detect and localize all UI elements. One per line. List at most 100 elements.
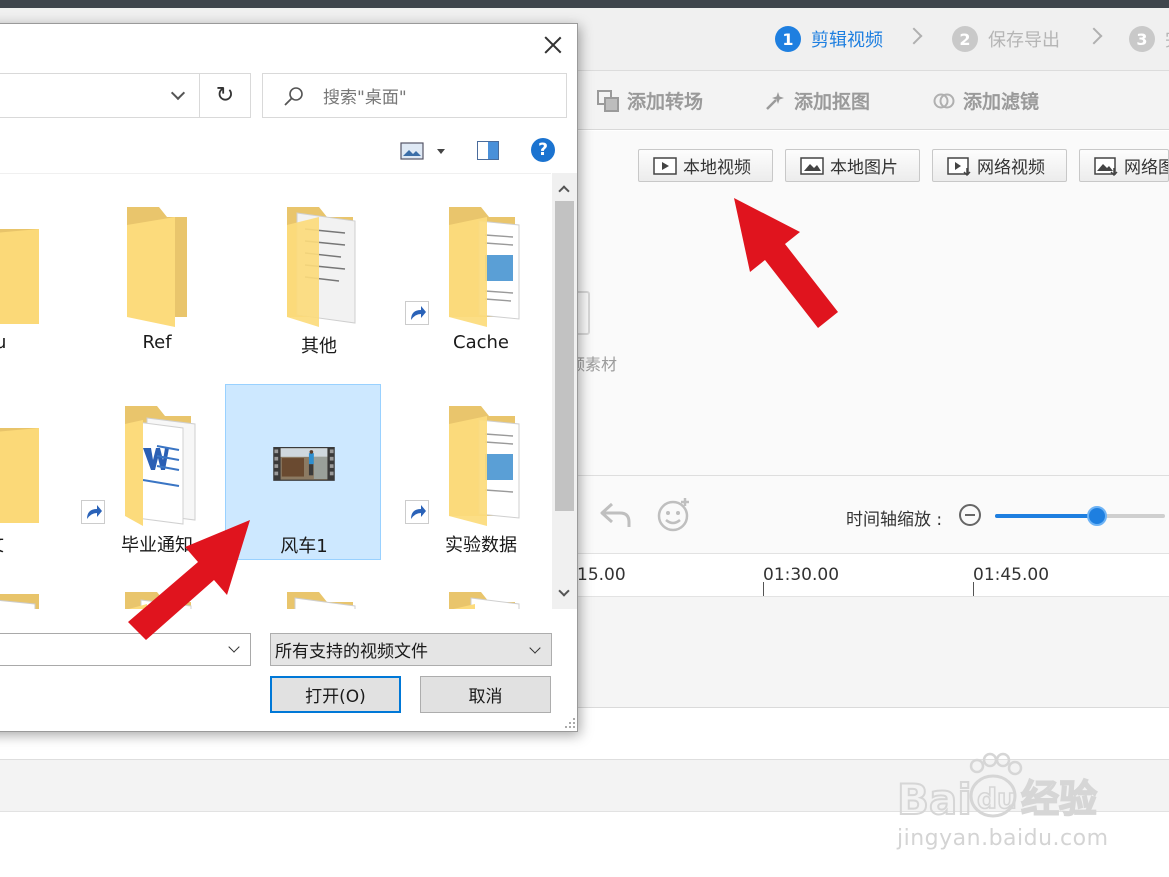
ruler-tick [973, 582, 974, 596]
chevron-down-icon[interactable] [529, 642, 541, 654]
button-label: 本地图片 [830, 158, 898, 178]
resize-grip-icon[interactable] [564, 717, 576, 729]
step-label: 保存导出 [988, 30, 1060, 51]
local-video-button[interactable]: 本地视频 [638, 149, 773, 182]
step-save-export[interactable]: 2 保存导出 [952, 24, 1060, 54]
tab-add-transition[interactable]: 添加转场 [597, 87, 703, 114]
address-bar[interactable] [0, 73, 200, 118]
view-dropdown-icon[interactable] [437, 149, 445, 154]
folder-with-documents-icon [0, 428, 39, 523]
file-type-select[interactable]: 所有支持的视频文件 [270, 633, 552, 666]
chevron-right-icon [905, 27, 923, 45]
file-name: 实验数据 [445, 535, 517, 556]
zoom-slider[interactable] [995, 506, 1165, 526]
ruler-tick-label: 01:30.00 [763, 565, 840, 585]
file-item[interactable] [403, 570, 551, 609]
open-file-dialog: ↻ 搜索"桌面" ? du [0, 23, 578, 732]
cutout-icon [764, 90, 786, 112]
preview-pane-icon[interactable] [477, 141, 499, 160]
file-type-value: 所有支持的视频文件 [275, 642, 428, 662]
button-label: 网络视频 [977, 158, 1045, 178]
file-item[interactable]: Cache [403, 185, 551, 361]
folder-with-documents-icon [287, 207, 356, 327]
folder-with-documents-icon [449, 207, 520, 327]
file-list: du Ref 其他 [0, 173, 551, 609]
folder-with-documents-icon [449, 592, 520, 609]
file-item[interactable]: 文 [0, 384, 73, 560]
folder-icon [0, 229, 39, 324]
tab-add-filter[interactable]: 添加滤镜 [933, 87, 1039, 114]
tab-label: 添加滤镜 [963, 91, 1040, 113]
close-icon[interactable] [542, 34, 564, 56]
chevron-right-icon [1085, 27, 1103, 45]
button-label: 网络图 [1124, 158, 1168, 178]
step-number: 2 [952, 26, 978, 52]
folder-icon [127, 207, 187, 327]
folder-icon [0, 594, 39, 609]
watermark-url: jingyan.baidu.com [897, 826, 1109, 851]
file-name: 文 [0, 531, 73, 557]
red-arrow-annotation [128, 520, 250, 640]
file-name: 其他 [301, 336, 337, 357]
file-name: Cache [453, 332, 509, 353]
filter-icon [933, 90, 955, 112]
folder-with-documents-icon [287, 592, 356, 609]
step-label: 完 [1165, 26, 1169, 52]
open-button[interactable]: 打开(O) [270, 676, 401, 713]
tab-add-cutout[interactable]: 添加抠图 [764, 87, 870, 114]
tab-label: 添加抠图 [794, 91, 871, 113]
button-label: 本地视频 [683, 158, 751, 178]
shortcut-arrow-icon [405, 301, 429, 325]
zoom-slider-fill [995, 514, 1097, 518]
ruler-tick [763, 582, 764, 596]
app-title-bar [0, 0, 1169, 8]
image-file-icon [800, 156, 824, 176]
svg-text:Bai: Bai [897, 775, 972, 824]
scroll-down-icon[interactable] [558, 585, 570, 597]
local-image-button[interactable]: 本地图片 [785, 149, 920, 182]
zoom-label: 时间轴缩放 : [846, 510, 943, 530]
web-image-icon [1094, 156, 1118, 176]
web-video-button[interactable]: 网络视频 [932, 149, 1067, 182]
search-icon [284, 86, 303, 106]
screen: 1 剪辑视频 2 保存导出 3 完 添加转场 添加抠图 [0, 0, 1169, 877]
folder-with-documents-icon [449, 406, 520, 526]
file-name: du [0, 332, 73, 353]
video-file-icon [653, 156, 677, 176]
refresh-button[interactable]: ↻ [200, 73, 251, 118]
web-image-button[interactable]: 网络图 [1079, 149, 1169, 182]
shortcut-arrow-icon [405, 500, 429, 524]
command-bar: ? [0, 128, 577, 173]
svg-text:经验: 经验 [1021, 777, 1097, 821]
cancel-button[interactable]: 取消 [420, 676, 551, 713]
vertical-scrollbar[interactable] [552, 173, 577, 609]
chevron-down-icon[interactable] [170, 85, 186, 101]
zoom-slider-handle[interactable] [1087, 506, 1107, 526]
step-finish[interactable]: 3 完 [1129, 24, 1169, 54]
zoom-out-button[interactable] [959, 504, 981, 526]
red-arrow-annotation [734, 198, 838, 328]
step-edit-video[interactable]: 1 剪辑视频 [775, 24, 883, 54]
shortcut-arrow-icon [81, 500, 105, 524]
file-item[interactable]: du [0, 185, 73, 361]
help-icon[interactable]: ? [531, 138, 555, 162]
search-input[interactable]: 搜索"桌面" [262, 73, 567, 118]
file-item[interactable]: Ref [79, 185, 235, 361]
scroll-thumb[interactable] [555, 201, 574, 511]
web-video-icon [947, 156, 971, 176]
ruler-tick-label: 15.00 [577, 565, 626, 585]
file-item[interactable] [0, 570, 73, 609]
change-view-icon[interactable] [400, 142, 424, 160]
sticker-icon[interactable] [656, 497, 692, 533]
file-item[interactable]: 其他 [241, 185, 397, 361]
search-placeholder: 搜索"桌面" [323, 88, 407, 108]
svg-text:du: du [977, 782, 1017, 815]
file-name: Ref [142, 332, 172, 353]
scroll-up-icon[interactable] [558, 185, 570, 197]
file-item[interactable]: 实验数据 [403, 384, 551, 560]
transition-icon [597, 89, 619, 112]
undo-icon[interactable] [598, 500, 632, 530]
ruler-tick-label: 01:45.00 [973, 565, 1050, 585]
step-label: 剪辑视频 [811, 30, 883, 51]
tab-label: 添加转场 [627, 91, 704, 113]
